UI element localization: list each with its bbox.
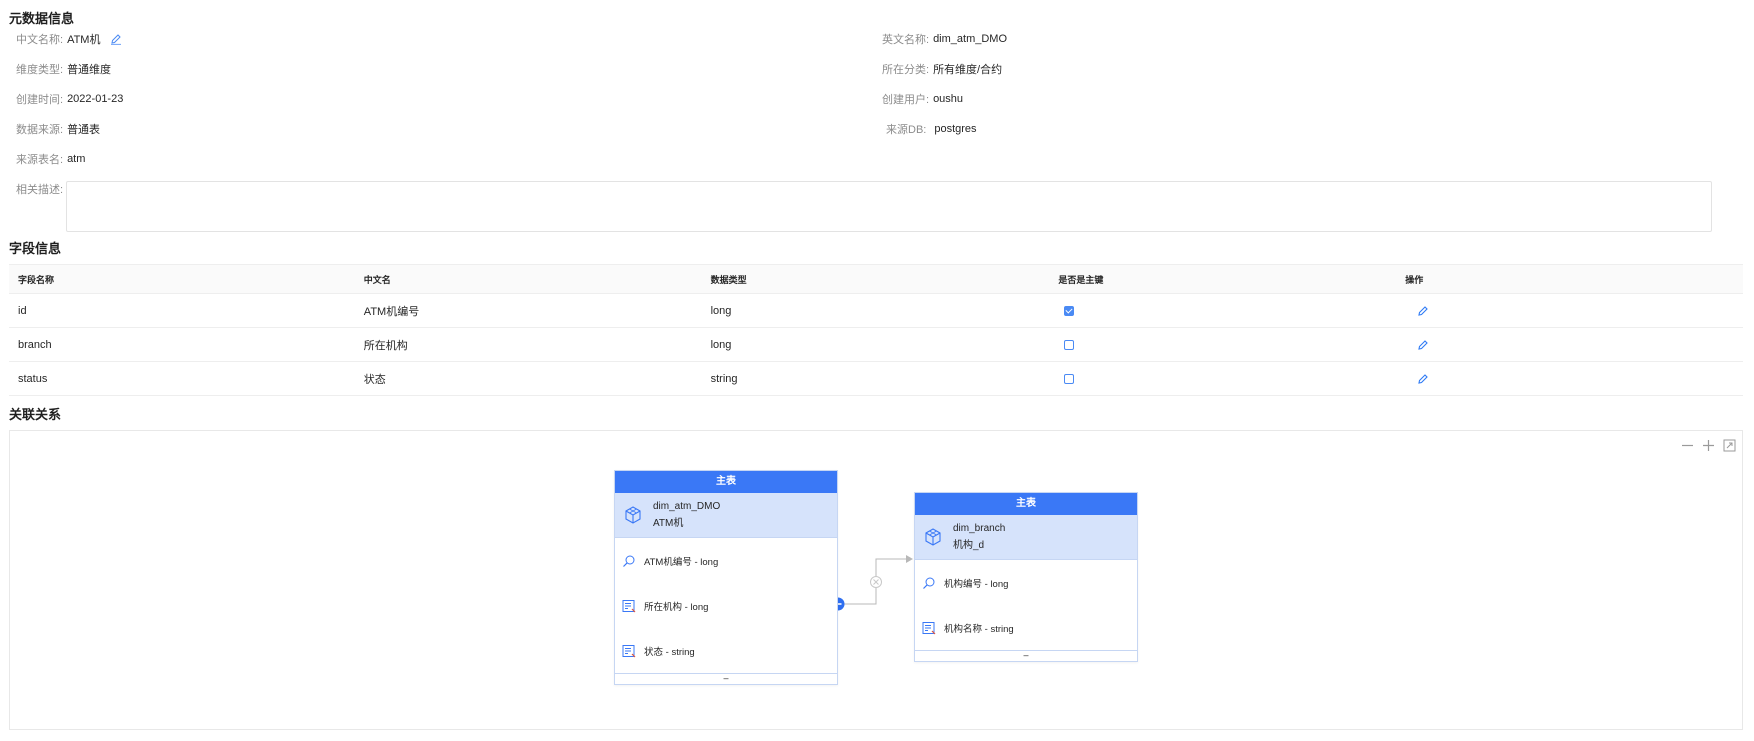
fields-section-title: 字段信息 [9, 241, 62, 256]
table-cube-icon [625, 506, 641, 524]
meta-label: 所在分类: [882, 64, 930, 76]
node-table-name: dim_atm_DMO [653, 501, 721, 512]
primary-key-checkbox[interactable] [1064, 339, 1075, 350]
table-header: 字段名称 中文名 数据类型 是否是主键 操作 [9, 264, 1743, 294]
field-list-icon [922, 621, 936, 634]
fields-table: 字段名称 中文名 数据类型 是否是主键 操作 id ATM机编号 long br… [9, 264, 1743, 396]
field-list-icon [622, 644, 636, 657]
meta-value: postgres [934, 123, 977, 135]
table-node-dim-atm[interactable]: 主表 dim_atm_DMO ATM机 ATM机编号 - long 所在机构 -… [614, 470, 838, 685]
meta-english-name: 英文名称: dim_atm_DMO [882, 30, 1007, 48]
node-field-label: 机构编号 - long [944, 578, 1009, 590]
meta-source-table: 来源表名: atm [16, 150, 85, 168]
metadata-section-title: 元数据信息 [9, 11, 75, 26]
meta-value: 普通表 [67, 124, 101, 136]
meta-value: 所有维度/合约 [933, 64, 1003, 76]
chinese-name-cell: 所在机构 [363, 339, 408, 352]
primary-key-checkbox[interactable] [1064, 305, 1075, 316]
meta-label: 维度类型: [16, 64, 64, 76]
meta-label: 中文名称: [16, 34, 64, 46]
meta-value: ATM机 [67, 34, 101, 46]
field-list-icon [622, 599, 636, 612]
edit-icon[interactable] [1417, 373, 1429, 385]
node-field-label: 机构名称 - string [944, 623, 1014, 635]
meta-value: atm [67, 153, 86, 165]
column-header: 数据类型 [710, 274, 747, 285]
table-row: id ATM机编号 long [9, 294, 1743, 328]
data-type-cell: string [710, 372, 738, 385]
node-field[interactable]: 状态 - string [615, 628, 837, 673]
node-table-name: dim_branch [953, 523, 1006, 534]
node-field[interactable]: 机构编号 - long [915, 560, 1137, 605]
meta-created-at: 创建时间: 2022-01-23 [16, 90, 123, 108]
table-cube-icon [925, 528, 941, 546]
meta-label: 创建用户: [882, 94, 930, 106]
column-header: 操作 [1405, 274, 1424, 285]
edit-icon[interactable] [1417, 305, 1429, 317]
search-key-icon [623, 555, 635, 567]
node-title: dim_atm_DMO ATM机 [615, 493, 837, 538]
meta-category: 所在分类: 所有维度/合约 [882, 60, 1002, 78]
chinese-name-cell: ATM机编号 [363, 305, 420, 318]
zoom-out-icon[interactable] [1681, 439, 1694, 452]
meta-label: 相关描述: [16, 184, 64, 196]
meta-label: 创建时间: [16, 94, 64, 106]
node-title: dim_branch 机构_d [915, 515, 1137, 560]
primary-key-cell [1049, 373, 1396, 385]
chinese-name-cell: 状态 [363, 373, 386, 386]
field-name-cell: id [18, 304, 27, 317]
search-key-icon [923, 577, 935, 589]
meta-label: 来源表名: [16, 154, 64, 166]
action-cell [1396, 372, 1743, 384]
table-row: branch 所在机构 long [9, 328, 1743, 362]
meta-value: 普通维度 [67, 64, 112, 76]
node-field[interactable]: 所在机构 - long [615, 583, 837, 628]
column-header: 是否是主键 [1058, 274, 1104, 285]
node-table-cn-name: 机构_d [953, 540, 985, 551]
meta-value: oushu [933, 93, 964, 105]
data-type-cell: long [710, 338, 732, 351]
relation-canvas[interactable] [9, 430, 1743, 730]
action-cell [1396, 304, 1743, 316]
field-name-cell: status [18, 372, 48, 385]
column-header: 字段名称 [18, 274, 55, 285]
node-field[interactable]: ATM机编号 - long [615, 538, 837, 583]
data-type-cell: long [710, 304, 732, 317]
meta-chinese-name: 中文名称: ATM机 [16, 30, 122, 48]
meta-label: 英文名称: [882, 34, 930, 46]
meta-dimension-type: 维度类型: 普通维度 [16, 60, 111, 78]
node-table-cn-name: ATM机 [653, 518, 684, 529]
node-header: 主表 [615, 471, 837, 493]
meta-value: 2022-01-23 [67, 93, 124, 105]
node-field-label: ATM机编号 - long [644, 556, 719, 568]
node-field-label: 所在机构 - long [644, 601, 709, 613]
node-collapse-button[interactable]: – [915, 650, 1137, 661]
edit-icon[interactable] [110, 33, 122, 45]
meta-created-by: 创建用户: oushu [882, 90, 963, 108]
field-name-cell: branch [18, 338, 52, 351]
action-cell [1396, 338, 1743, 350]
primary-key-checkbox[interactable] [1064, 373, 1075, 384]
relations-section-title: 关联关系 [9, 407, 62, 422]
primary-key-cell [1049, 339, 1396, 351]
meta-label: 数据来源: [16, 124, 64, 136]
node-field-label: 状态 - string [644, 646, 695, 658]
table-row: status 状态 string [9, 362, 1743, 396]
description-textarea[interactable] [66, 181, 1712, 232]
meta-value: dim_atm_DMO [933, 33, 1008, 45]
zoom-controls [1681, 439, 1736, 452]
zoom-in-icon[interactable] [1702, 439, 1715, 452]
meta-data-source: 数据来源: 普通表 [16, 120, 100, 138]
meta-description: 相关描述: [16, 180, 63, 198]
meta-source-db: 来源DB: postgres [886, 120, 977, 138]
edit-icon[interactable] [1417, 339, 1429, 351]
node-collapse-button[interactable]: – [615, 673, 837, 684]
column-header: 中文名 [363, 274, 391, 285]
node-header: 主表 [915, 493, 1137, 515]
primary-key-cell [1049, 305, 1396, 317]
meta-label: 来源DB: [886, 124, 927, 136]
table-node-dim-branch[interactable]: 主表 dim_branch 机构_d 机构编号 - long 机构名称 - st… [914, 492, 1138, 662]
fit-screen-icon[interactable] [1723, 439, 1736, 452]
node-field[interactable]: 机构名称 - string [915, 605, 1137, 650]
